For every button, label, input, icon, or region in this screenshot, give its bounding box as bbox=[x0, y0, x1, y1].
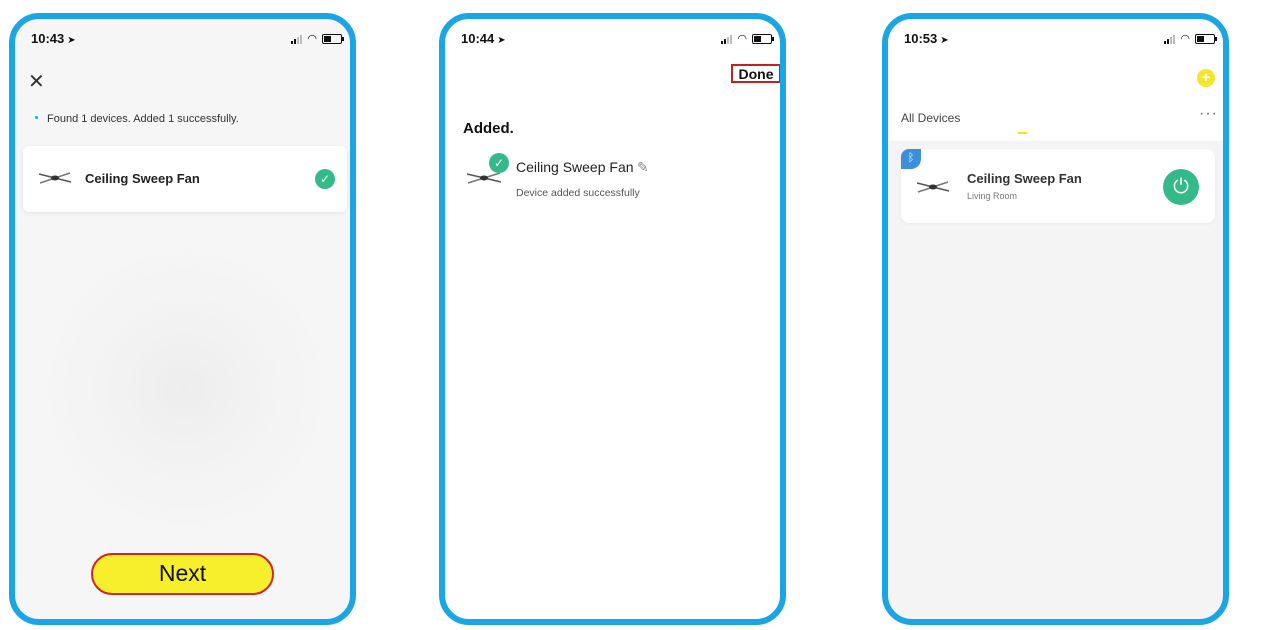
device-card[interactable]: Ceiling Sweep Fan ✓ bbox=[23, 146, 347, 212]
phone-screen-scan-result: 10:43 ➤ ◠ ✕ Found 1 devices. Added 1 succ… bbox=[9, 13, 356, 625]
check-icon: ✓ bbox=[489, 153, 509, 173]
status-bar: 10:53 ➤ ◠ bbox=[888, 29, 1223, 49]
signal-icon bbox=[1164, 34, 1176, 44]
more-icon[interactable]: ··· bbox=[1199, 105, 1218, 123]
status-bar: 10:44 ➤ ◠ bbox=[445, 29, 780, 49]
tab-all-devices[interactable]: All Devices bbox=[901, 111, 960, 125]
location-icon: ➤ bbox=[67, 35, 76, 46]
close-icon[interactable]: ✕ bbox=[28, 69, 45, 94]
added-heading: Added. bbox=[463, 120, 514, 137]
edit-icon[interactable]: ✎ bbox=[637, 159, 649, 176]
device-name: Ceiling Sweep Fan bbox=[85, 171, 200, 186]
device-name: Ceiling Sweep Fan bbox=[967, 171, 1082, 186]
device-name: Ceiling Sweep Fan bbox=[516, 159, 634, 175]
status-time: 10:53 ➤ bbox=[904, 31, 949, 46]
location-icon: ➤ bbox=[940, 35, 949, 46]
phone-screen-added: 10:44 ➤ ◠ Done Added. ✓ Ceiling Sweep Fan… bbox=[439, 13, 786, 625]
add-device-button[interactable]: + bbox=[1197, 69, 1215, 87]
status-time: 10:43 ➤ bbox=[31, 31, 76, 46]
bluetooth-icon: ᛒ bbox=[901, 149, 921, 169]
status-icons: ◠ bbox=[1164, 32, 1217, 45]
tab-indicator bbox=[1018, 132, 1027, 134]
ceiling-fan-icon bbox=[916, 181, 950, 193]
signal-icon bbox=[291, 34, 303, 44]
status-icons: ◠ bbox=[291, 32, 344, 45]
battery-icon bbox=[752, 33, 774, 44]
loading-dot bbox=[35, 116, 38, 119]
location-icon: ➤ bbox=[497, 35, 506, 46]
check-icon: ✓ bbox=[315, 169, 335, 189]
device-room: Living Room bbox=[967, 191, 1018, 201]
wifi-icon: ◠ bbox=[1180, 33, 1190, 45]
next-button[interactable]: Next bbox=[91, 553, 274, 595]
ceiling-fan-icon bbox=[38, 172, 72, 184]
battery-icon bbox=[1195, 33, 1217, 44]
power-button[interactable]: ⏻ bbox=[1163, 169, 1199, 205]
scan-animation bbox=[35, 239, 335, 539]
battery-icon bbox=[322, 33, 344, 44]
status-time: 10:44 ➤ bbox=[461, 31, 506, 46]
status-icons: ◠ bbox=[721, 32, 774, 45]
phone-screen-device-list: 10:53 ➤ ◠ + All Devices ··· ᛒ Ceiling Swe… bbox=[882, 13, 1229, 625]
status-bar: 10:43 ➤ ◠ bbox=[15, 29, 350, 49]
signal-icon bbox=[721, 34, 733, 44]
device-status: Device added successfully bbox=[516, 187, 640, 199]
scan-result-text: Found 1 devices. Added 1 successfully. bbox=[47, 113, 239, 125]
wifi-icon: ◠ bbox=[737, 33, 747, 45]
device-card[interactable]: ᛒ Ceiling Sweep Fan Living Room ⏻ bbox=[901, 149, 1215, 223]
wifi-icon: ◠ bbox=[307, 33, 317, 45]
done-button[interactable]: Done bbox=[731, 64, 780, 83]
